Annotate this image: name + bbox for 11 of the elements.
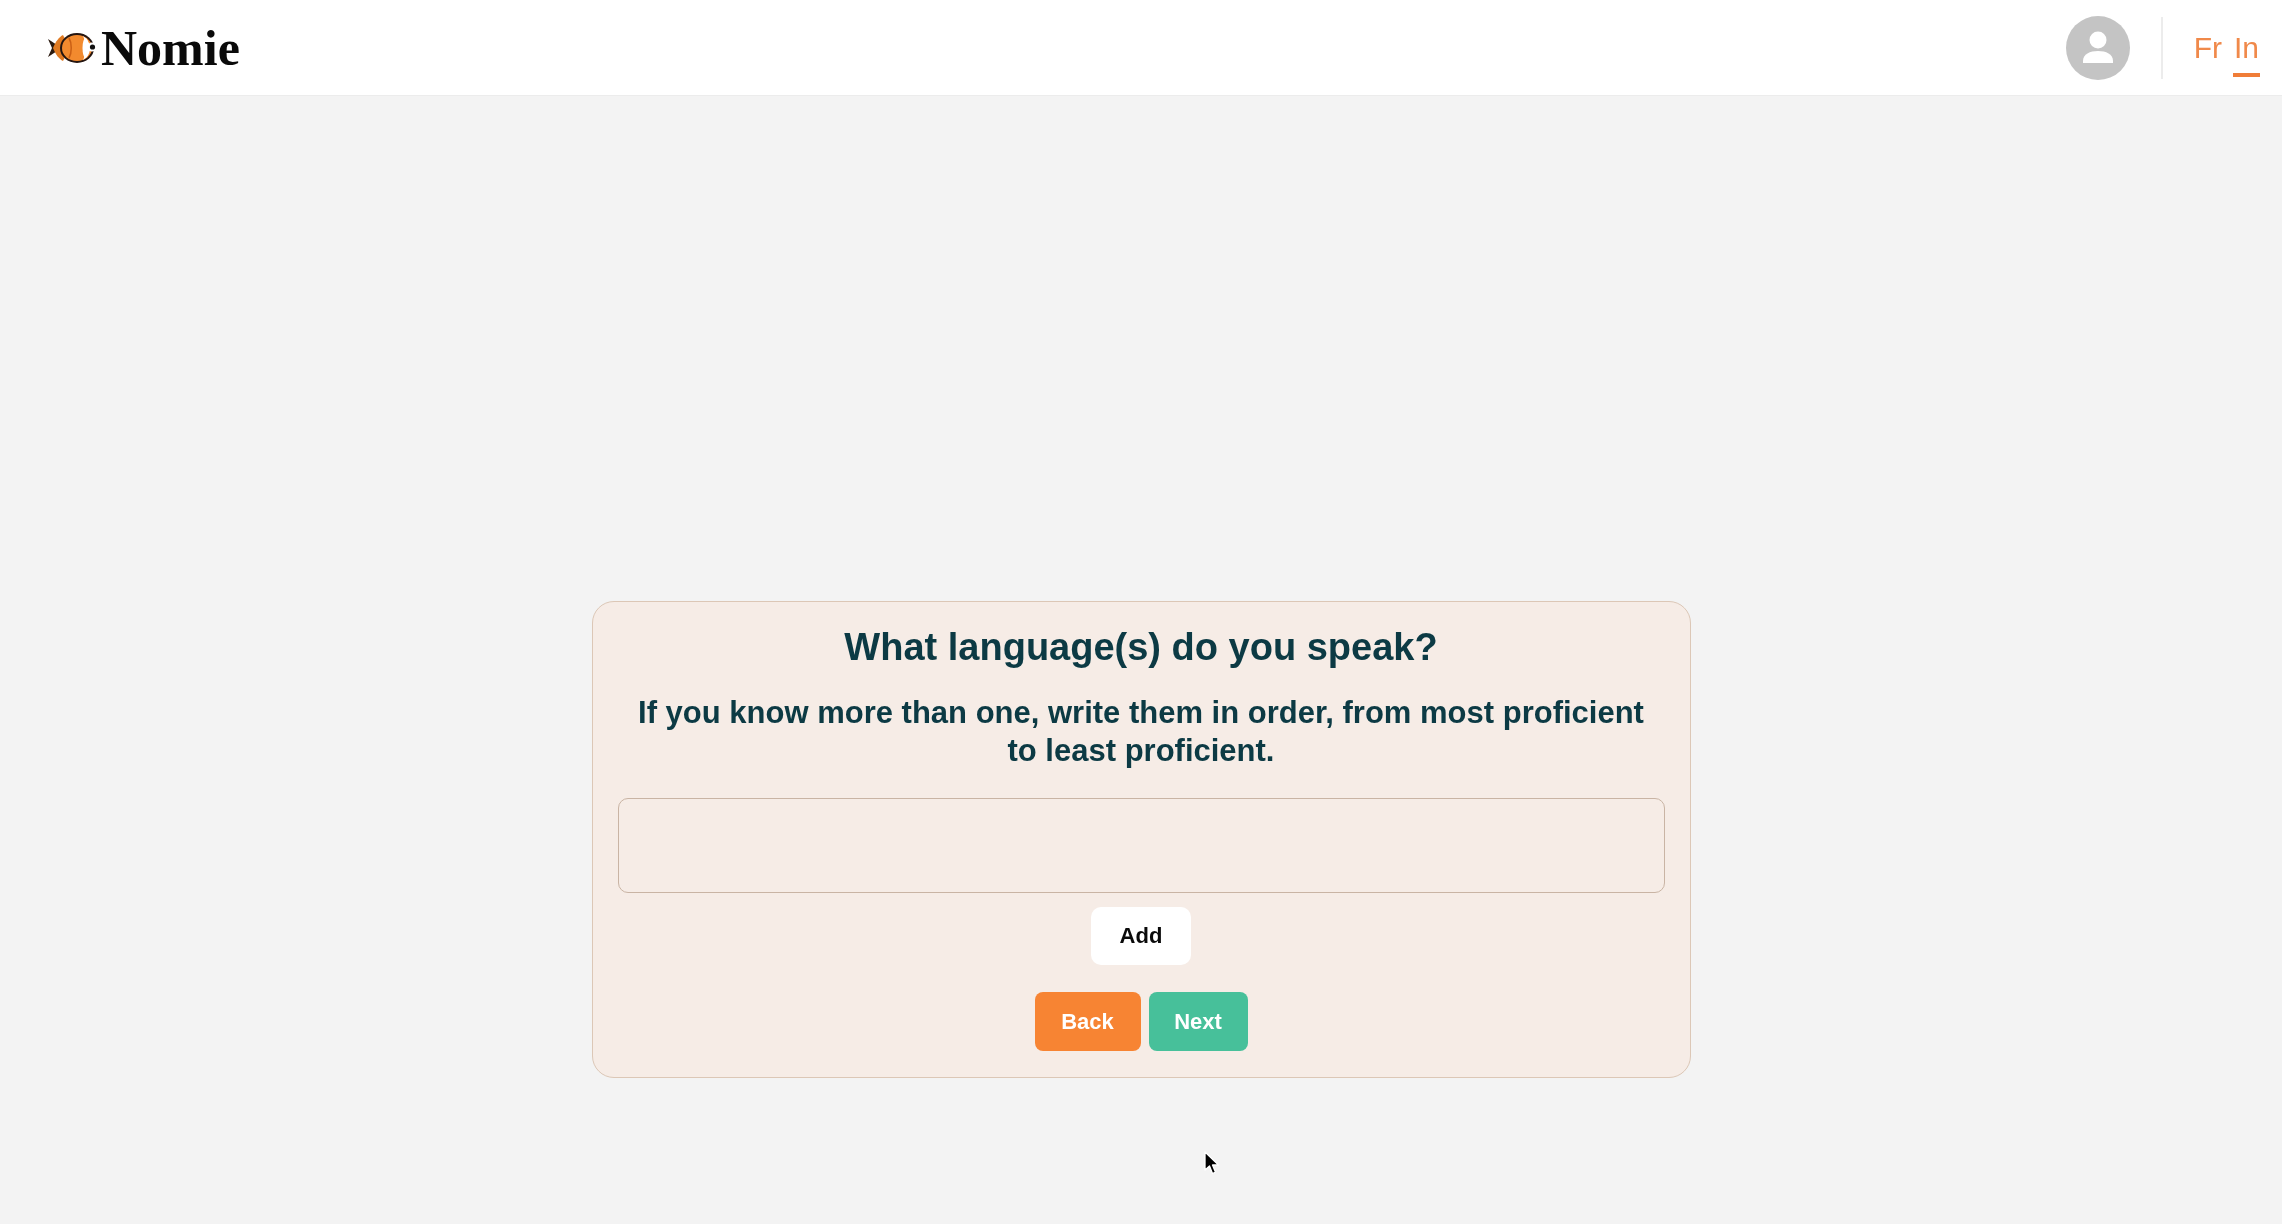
question-hint: If you know more than one, write them in order, from most proficient to least proficient.: [637, 694, 1645, 770]
next-button[interactable]: Next: [1148, 992, 1248, 1051]
add-button[interactable]: Add: [1091, 907, 1191, 965]
question-title: What language(s) do you speak?: [844, 625, 1438, 670]
user-avatar-icon[interactable]: [2065, 15, 2130, 80]
language-option[interactable]: In: [2232, 30, 2260, 77]
back-button[interactable]: Back: [1034, 992, 1141, 1051]
answer-field[interactable]: [617, 798, 1665, 893]
mouse-pointer-icon: [1204, 1151, 1220, 1175]
language-option[interactable]: Fr: [2192, 30, 2223, 77]
logo-text: Nomie: [101, 19, 240, 76]
